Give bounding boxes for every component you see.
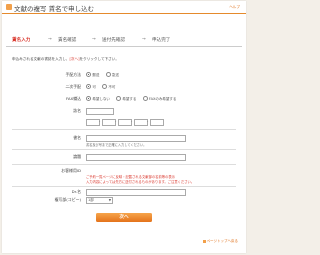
copies-select[interactable]: 1部 ▼ <box>86 197 113 204</box>
copies-label: 複写部(コピー) <box>54 197 81 202</box>
warning-line-2: 入力内容によっては先方に送付されるものがあります。ご注意ください。 <box>86 180 195 184</box>
step-arrow-icon: → <box>48 37 52 42</box>
fax-label: FAX織込 <box>66 96 81 101</box>
issn-label: 誌名 <box>73 108 81 113</box>
divider <box>12 186 236 187</box>
intro-text: 申込みされる文献の書誌を入力し、[次へ]をクリックして下さい。 <box>12 57 119 61</box>
separator-text: - <box>147 119 149 123</box>
author-input[interactable] <box>86 154 186 161</box>
method-label: 手配方法 <box>65 72 81 77</box>
no-input[interactable] <box>102 119 116 126</box>
step-1: 賃名入力 <box>12 38 31 43</box>
title-bar: 文献の複写 賃名で申し込む ヘルプ <box>2 1 246 14</box>
color-label: 二次手配 <box>65 84 81 89</box>
help-link[interactable]: ヘルプ <box>229 5 240 10</box>
submit-button[interactable]: 次へ <box>96 213 152 222</box>
step-arrow-icon: → <box>92 37 96 42</box>
divider <box>12 129 236 130</box>
page-title: 文献の複写 賃名で申し込む <box>14 5 95 13</box>
step-3: 送付先確認 <box>102 38 125 43</box>
step-4: 申込完了 <box>152 38 171 43</box>
doctor-label: Dr.名 <box>71 189 81 194</box>
fax-option-1[interactable]: 希望しない <box>86 96 110 102</box>
separator-text: - <box>115 119 117 123</box>
back-to-top-link[interactable]: ページトップへ戻る <box>202 239 238 244</box>
fax-option-2[interactable]: 希望する <box>116 96 136 102</box>
title-input[interactable] <box>86 135 186 142</box>
title-note: 書名及び号まで正確に入力してください。 <box>86 143 147 147</box>
step-2: 賃名確認 <box>58 38 77 43</box>
color-options: 可 不可 <box>86 84 120 90</box>
arrow-up-icon <box>202 239 206 243</box>
color-option-2[interactable]: 不可 <box>102 84 115 90</box>
title-label: 書名 <box>73 135 81 140</box>
method-options: 郵送 急送 <box>86 72 124 78</box>
method-option-2[interactable]: 急送 <box>105 72 119 78</box>
separator-text: - <box>131 119 133 123</box>
page-end-input[interactable] <box>150 119 164 126</box>
method-option-1[interactable]: 郵送 <box>86 72 99 78</box>
separator-text: - <box>99 119 101 123</box>
divider <box>12 164 236 165</box>
fax-option-3[interactable]: FAXのみ希望する <box>142 96 176 102</box>
page: 文献の複写 賃名で申し込む ヘルプ 賃名入力 → 賃名確認 → 送付先確認 → … <box>2 1 246 253</box>
chevron-down-icon: ▼ <box>108 198 111 202</box>
step-arrow-icon: → <box>142 37 146 42</box>
divider <box>12 149 236 150</box>
doctor-input[interactable] <box>86 189 186 196</box>
issn-input[interactable] <box>86 108 114 115</box>
year-input[interactable] <box>118 119 132 126</box>
page-start-input[interactable] <box>134 119 148 126</box>
fax-options: 希望しない 希望する FAXのみ希望する <box>86 96 181 102</box>
document-icon <box>6 4 12 10</box>
vol-input[interactable] <box>86 119 100 126</box>
author-label: 論題 <box>73 154 81 159</box>
color-option-1[interactable]: 可 <box>86 84 96 90</box>
progress-steps: 賃名入力 → 賃名確認 → 送付先確認 → 申込完了 <box>6 36 242 47</box>
customer-id-label: お客様用ID <box>61 168 81 173</box>
